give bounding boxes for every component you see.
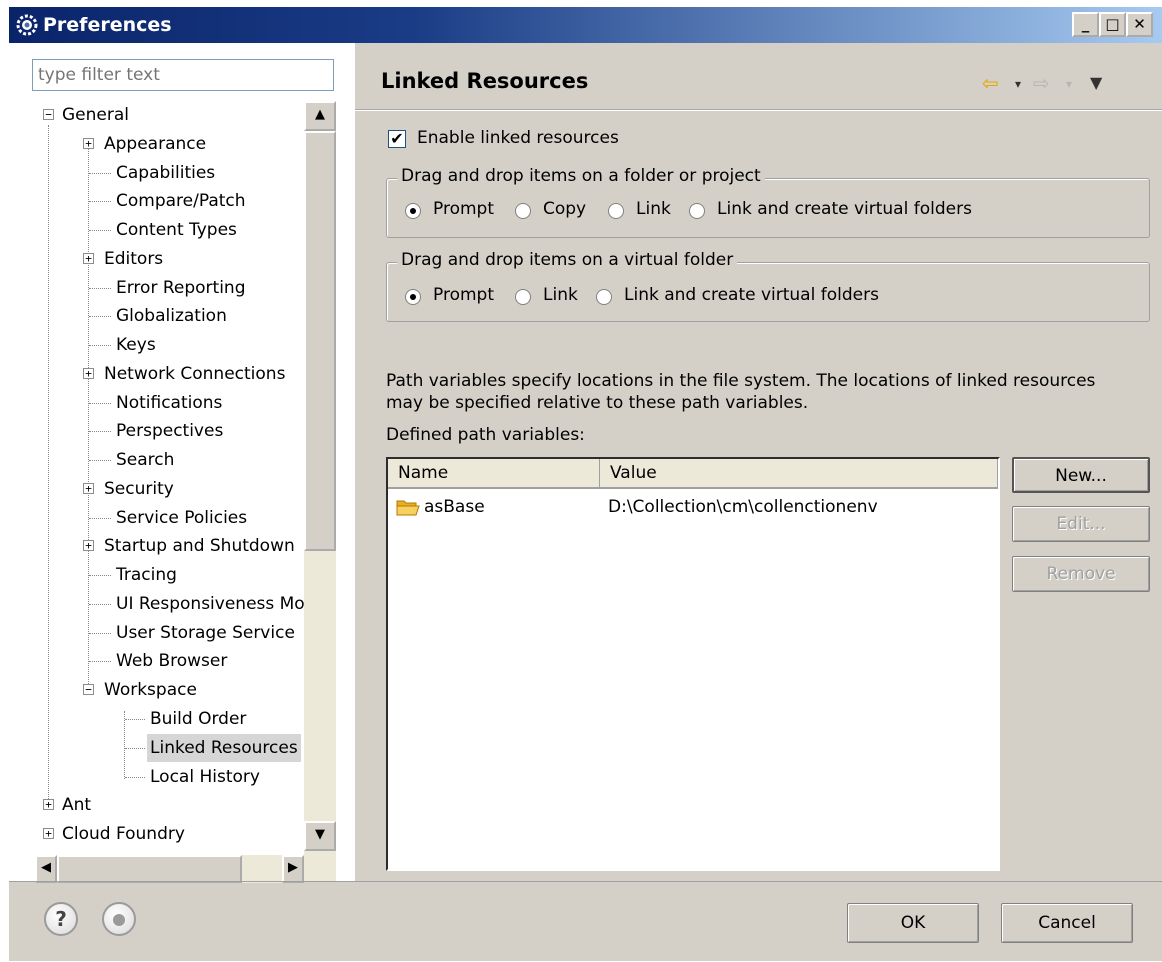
preferences-tree-pane: − General + Appearance Capabilities Comp… [9,43,355,883]
scroll-thumb[interactable] [57,855,242,883]
record-icon[interactable] [102,902,136,936]
radio-link-virtual[interactable] [689,203,705,219]
preference-tree: − General + Appearance Capabilities Comp… [35,101,304,863]
expand-icon[interactable]: + [83,138,94,149]
view-menu-icon[interactable]: ▼ [1090,73,1102,92]
variable-value: D:\Collection\cm\collenctionenv [608,497,878,517]
radio-prompt[interactable] [405,289,421,305]
help-icon[interactable]: ? [44,902,78,936]
defined-variables-label: Defined path variables: [386,425,585,445]
forward-arrow-icon[interactable]: ⇨ [1033,71,1050,95]
back-arrow-icon[interactable]: ⇦ [982,71,999,95]
radio-prompt[interactable] [405,203,421,219]
ok-button[interactable]: OK [847,903,979,943]
minimize-button[interactable]: _ [1072,12,1099,37]
expand-icon[interactable]: + [43,799,54,810]
new-button[interactable]: New... [1012,457,1150,493]
radio-link[interactable] [515,289,531,305]
enable-linked-resources-label: Enable linked resources [417,128,619,148]
gear-icon [16,14,38,36]
expand-icon[interactable]: + [83,483,94,494]
column-header-name[interactable]: Name [388,459,600,489]
scroll-up-arrow-icon[interactable]: ▲ [304,101,336,131]
path-variables-table[interactable]: Name Value asBase D:\Collection\cm\colle… [386,457,1000,871]
description-text: Path variables specify locations in the … [386,371,1096,391]
folder-drop-group: Drag and drop items on a folder or proje… [386,166,1150,238]
maximize-button[interactable]: □ [1099,12,1126,37]
expand-icon[interactable]: + [83,368,94,379]
page-title: Linked Resources [381,69,589,93]
enable-linked-resources-checkbox[interactable]: ✔ [388,130,406,148]
scroll-down-arrow-icon[interactable]: ▼ [304,821,336,851]
dialog-button-bar: ? OK Cancel [9,881,1162,962]
folder-icon [396,500,420,516]
scroll-thumb[interactable] [304,131,336,551]
description-text: may be specified relative to these path … [386,393,809,413]
remove-button[interactable]: Remove [1012,556,1150,592]
radio-link[interactable] [608,203,624,219]
window-title: Preferences [43,14,172,36]
virtual-folder-drop-group: Drag and drop items on a virtual folder … [386,250,1150,322]
scroll-left-arrow-icon[interactable]: ◀ [35,855,57,883]
radio-link-virtual[interactable] [596,289,612,305]
expand-icon[interactable]: + [83,253,94,264]
tree-vertical-scrollbar[interactable]: ▲ ▼ [304,101,336,881]
radio-copy[interactable] [515,203,531,219]
tree-horizontal-scrollbar[interactable]: ◀ ▶ [35,855,304,883]
cancel-button[interactable]: Cancel [1001,903,1133,943]
group-legend: Drag and drop items on a virtual folder [397,250,738,270]
scroll-right-arrow-icon[interactable]: ▶ [282,855,304,883]
back-dropdown-icon[interactable]: ▾ [1015,77,1021,91]
collapse-icon[interactable]: − [43,109,54,120]
forward-dropdown-icon[interactable]: ▾ [1066,77,1072,91]
filter-input[interactable] [32,59,334,91]
collapse-icon[interactable]: − [83,684,94,695]
expand-icon[interactable]: + [83,540,94,551]
title-bar[interactable]: Preferences _ □ ✕ [9,7,1162,43]
header-separator [355,109,1162,111]
group-legend: Drag and drop items on a folder or proje… [397,166,765,186]
variable-name: asBase [424,497,485,517]
preferences-window: Preferences _ □ ✕ − General + Appearance [8,6,1162,961]
linked-resources-page: Linked Resources ⇦ ▾ ⇨ ▾ ▼ ✔ Enable link… [355,43,1162,881]
edit-button[interactable]: Edit... [1012,506,1150,542]
close-button[interactable]: ✕ [1126,12,1153,37]
column-header-value[interactable]: Value [600,459,998,489]
expand-icon[interactable]: + [43,828,54,839]
